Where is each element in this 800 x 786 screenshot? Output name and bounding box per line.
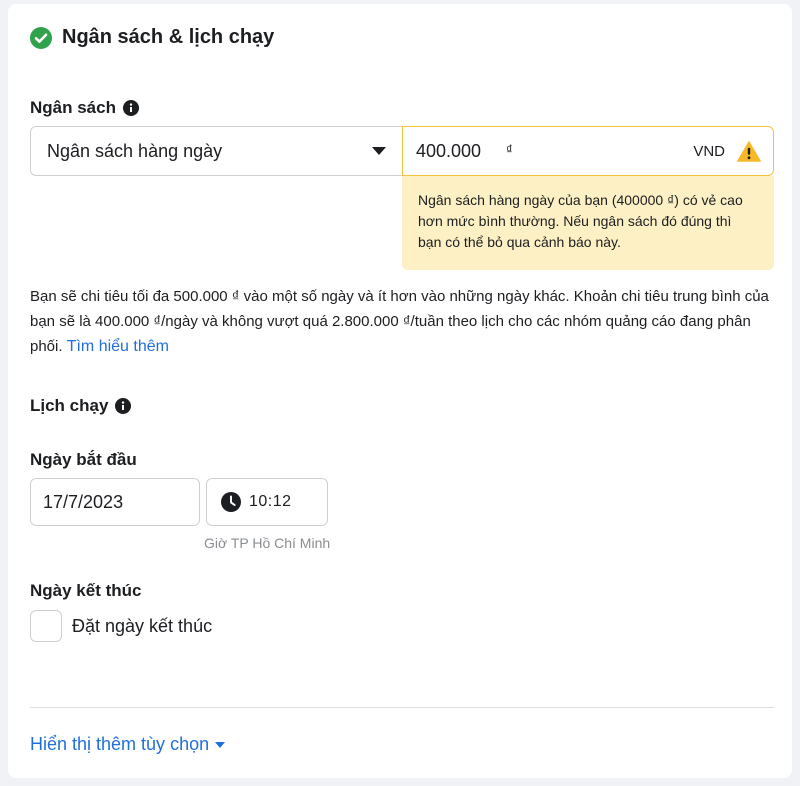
budget-schedule-card: Ngân sách & lịch chạy Ngân sách Ngân sác…	[8, 4, 792, 778]
currency-code: VND	[693, 142, 725, 160]
caret-down-icon	[215, 741, 226, 748]
budget-amount-input[interactable]	[416, 140, 506, 162]
budget-description: Bạn sẽ chi tiêu tối đa 500.000 ₫ vào một…	[30, 284, 770, 359]
card-title: Ngân sách & lịch chạy	[62, 26, 275, 48]
start-time-input[interactable]: 10:12	[206, 478, 328, 526]
info-icon[interactable]	[122, 100, 139, 116]
budget-warning-message: Ngân sách hàng ngày của bạn (400000 ₫) c…	[402, 176, 774, 270]
card-header: Ngân sách & lịch chạy	[30, 26, 274, 49]
end-date-label-text: Ngày kết thúc	[30, 581, 142, 600]
budget-type-dropdown[interactable]: Ngân sách hàng ngày	[30, 126, 402, 176]
divider	[30, 707, 774, 708]
schedule-label: Lịch chạy	[30, 396, 132, 416]
end-date-label: Ngày kết thúc	[30, 581, 141, 601]
clock-icon	[221, 492, 241, 512]
budget-label: Ngân sách	[30, 98, 139, 118]
info-icon[interactable]	[115, 398, 132, 414]
currency-symbol: ₫	[506, 141, 513, 157]
end-date-checkbox[interactable]	[30, 610, 62, 642]
start-date-label: Ngày bắt đầu	[30, 450, 137, 470]
budget-type-value: Ngân sách hàng ngày	[47, 140, 223, 161]
end-date-checkbox-label[interactable]: Đặt ngày kết thúc	[72, 616, 212, 637]
show-more-options-button[interactable]: Hiển thị thêm tùy chọn	[30, 734, 226, 755]
learn-more-link[interactable]: Tìm hiểu thêm	[67, 338, 169, 355]
start-time-value: 10:12	[249, 493, 292, 510]
show-more-options-label: Hiển thị thêm tùy chọn	[30, 734, 210, 754]
budget-amount-field[interactable]: ₫ VND	[402, 126, 774, 176]
start-date-input[interactable]	[30, 478, 200, 526]
caret-down-icon	[372, 147, 386, 155]
budget-label-text: Ngân sách	[30, 98, 116, 117]
warning-triangle-icon	[737, 140, 761, 162]
amount-group: ₫	[416, 140, 513, 162]
start-date-label-text: Ngày bắt đầu	[30, 450, 137, 469]
timezone-label: Giờ TP Hồ Chí Minh	[204, 535, 331, 551]
schedule-label-text: Lịch chạy	[30, 396, 109, 415]
amount-suffix: VND	[693, 140, 761, 162]
check-circle-icon	[30, 26, 52, 49]
